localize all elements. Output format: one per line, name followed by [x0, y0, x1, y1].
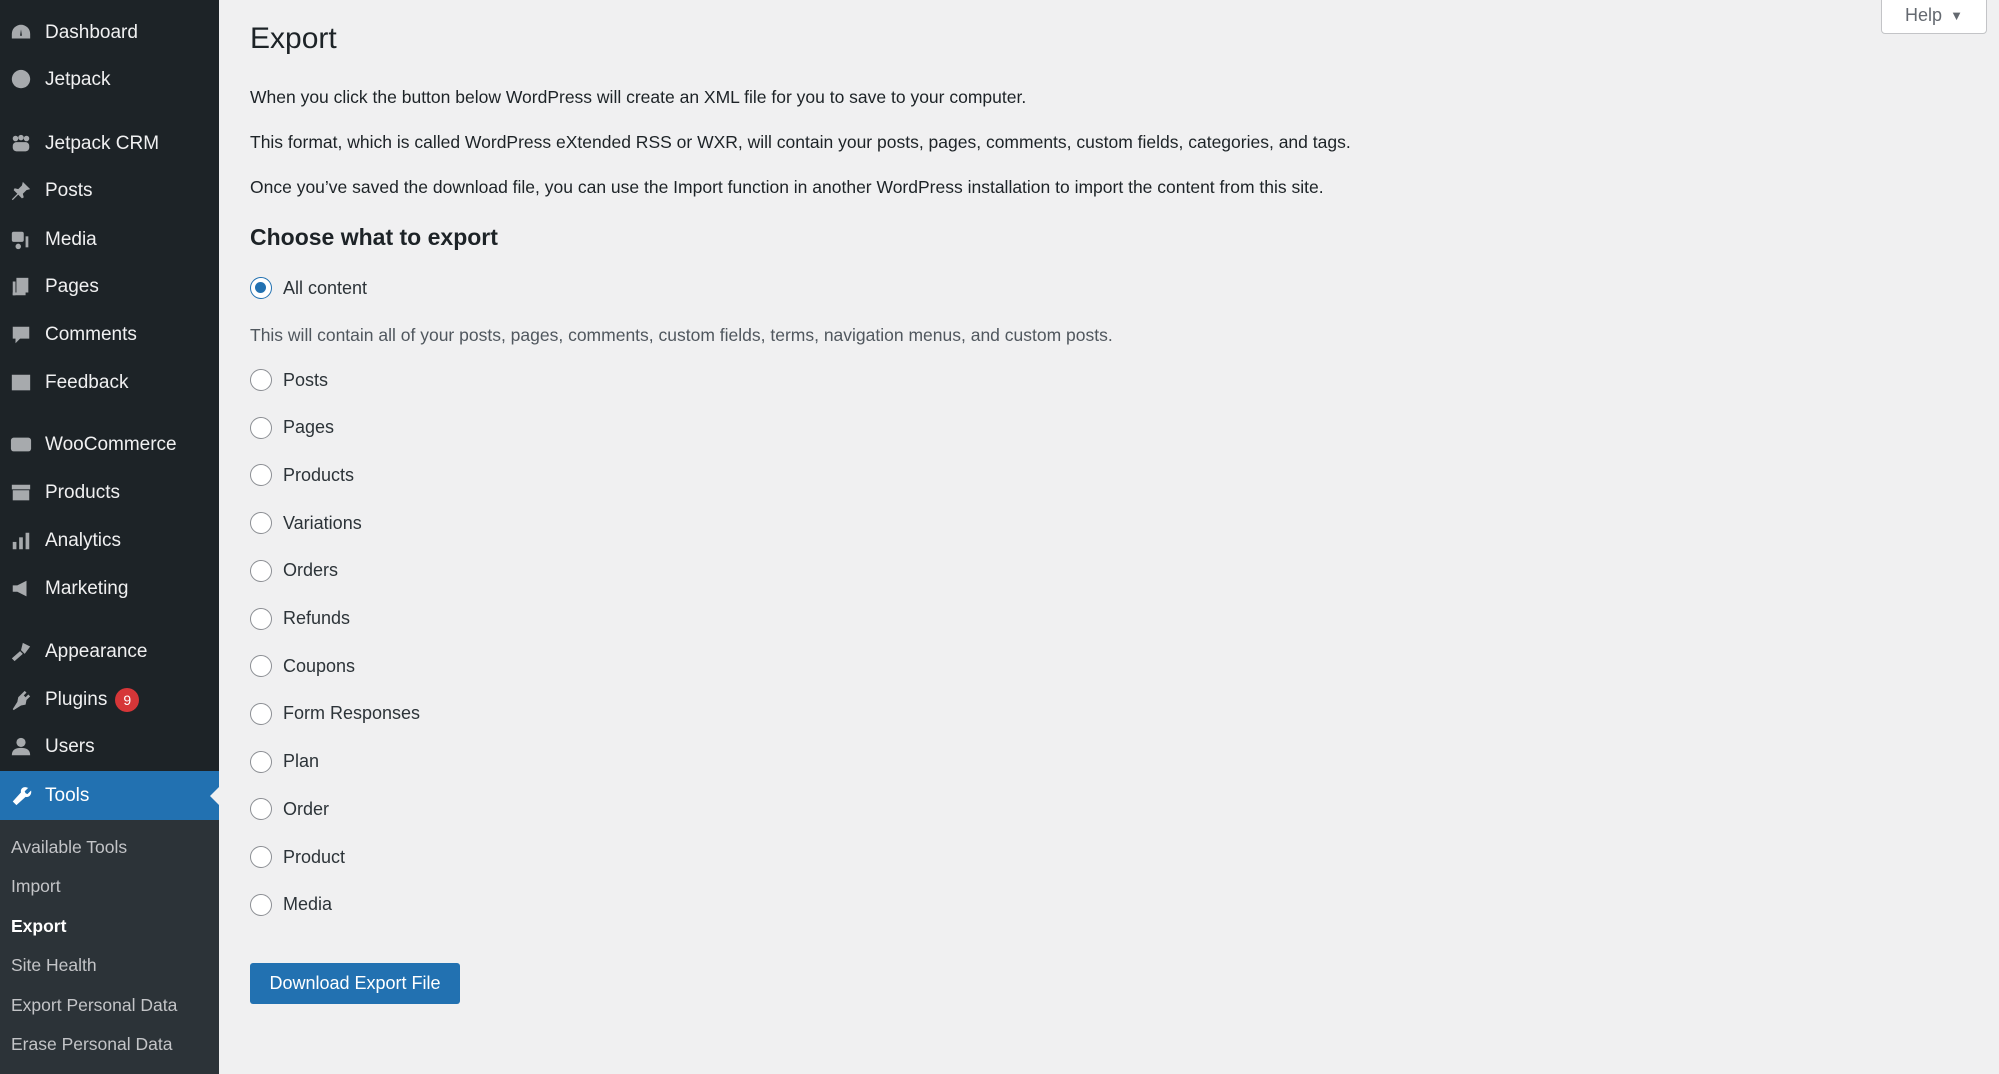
radio-button[interactable] [250, 655, 272, 678]
radio-button[interactable] [250, 893, 272, 916]
submenu-item-export-personal-data[interactable]: Export Personal Data [11, 995, 177, 1016]
sidebar-item-label: Marketing [45, 578, 129, 599]
download-export-button[interactable]: Download Export File [250, 963, 460, 1004]
choose-heading: Choose what to export [250, 224, 498, 250]
sidebar-item-label: Dashboard [45, 22, 138, 43]
sidebar-item-label: Pages [45, 276, 99, 297]
sidebar-item-marketing[interactable]: Marketing [0, 566, 219, 612]
sidebar-item-feedback[interactable]: Feedback [0, 360, 219, 406]
sidebar-item-label: Jetpack CRM [45, 133, 160, 154]
submenu-item-export[interactable]: Export [11, 916, 66, 937]
radio-plan[interactable]: Plan [250, 750, 319, 773]
page-title: Export [250, 22, 337, 55]
sidebar-item-woocommerce[interactable]: WooCommerce [0, 422, 219, 468]
sidebar-item-jetpack-crm[interactable]: Jetpack CRM [0, 121, 219, 167]
sidebar-item-label: Appearance [45, 641, 148, 662]
pages-icon [8, 276, 34, 298]
radio-button[interactable] [250, 702, 272, 725]
sidebar-item-analytics[interactable]: Analytics [0, 518, 219, 564]
intro-paragraph-1: When you click the button below WordPres… [250, 87, 1027, 107]
comment-icon [8, 324, 34, 346]
sidebar-item-label: Products [45, 482, 120, 503]
radio-button[interactable] [250, 512, 272, 535]
radio-button[interactable] [250, 798, 272, 821]
update-count-badge: 9 [115, 688, 140, 712]
help-button[interactable]: Help ▼ [1881, 0, 1987, 34]
radio-orders[interactable]: Orders [250, 559, 338, 582]
media-icon [8, 229, 34, 251]
radio-button[interactable] [250, 846, 272, 868]
sidebar-item-dashboard[interactable]: Dashboard [0, 10, 219, 56]
archive-icon [8, 482, 34, 504]
radio-all-content[interactable]: All content [250, 277, 367, 299]
sidebar-item-label: Analytics [45, 530, 122, 551]
tools-submenu: Available Tools Import Export Site Health Ex… [0, 820, 219, 1074]
user-icon [8, 736, 34, 758]
radio-form-responses[interactable]: Form Responses [250, 702, 420, 725]
radio-refunds[interactable]: Refunds [250, 607, 350, 630]
radio-posts[interactable]: Posts [250, 369, 328, 391]
sidebar-item-plugins[interactable]: Plugins 9 [0, 677, 219, 723]
plug-icon [8, 689, 34, 711]
radio-button[interactable] [250, 369, 272, 391]
sidebar-item-label: Posts [45, 180, 93, 201]
radio-product[interactable]: Product [250, 846, 345, 868]
brush-icon [8, 641, 34, 663]
submenu-item-site-health[interactable]: Site Health [11, 955, 97, 976]
radio-button[interactable] [250, 416, 272, 439]
all-content-description: This will contain all of your posts, pag… [250, 325, 1113, 345]
pin-icon [8, 180, 34, 202]
sidebar-item-products[interactable]: Products [0, 470, 219, 516]
radio-order[interactable]: Order [250, 798, 329, 821]
intro-paragraph-2: This format, which is called WordPress e… [250, 132, 1351, 152]
sidebar-item-label: Jetpack [45, 69, 111, 90]
feedback-icon [8, 372, 34, 394]
sidebar-item-tools[interactable]: Tools [0, 771, 219, 820]
radio-pages[interactable]: Pages [250, 416, 334, 439]
radio-button[interactable] [250, 607, 272, 630]
radio-button[interactable] [250, 464, 272, 487]
sidebar-item-jetpack[interactable]: Jetpack [0, 57, 219, 103]
megaphone-icon [8, 578, 34, 600]
radio-media[interactable]: Media [250, 893, 332, 916]
submenu-item-erase-personal-data[interactable]: Erase Personal Data [11, 1034, 172, 1055]
intro-paragraph-3: Once you’ve saved the download file, you… [250, 177, 1324, 197]
radio-button[interactable] [250, 559, 272, 582]
jetpack-icon [8, 69, 34, 91]
bar-chart-icon [8, 530, 34, 552]
radio-coupons[interactable]: Coupons [250, 655, 355, 678]
sidebar-item-label: Users [45, 736, 95, 757]
sidebar-item-users[interactable]: Users [0, 724, 219, 770]
radio-button[interactable] [250, 750, 272, 773]
submenu-item-import[interactable]: Import [11, 876, 61, 897]
crm-icon [8, 133, 34, 155]
sidebar-item-label: Feedback [45, 372, 129, 393]
sidebar-item-label: Comments [45, 324, 137, 345]
wrench-icon [8, 785, 34, 807]
sidebar-item-pages[interactable]: Pages [0, 264, 219, 310]
sidebar-item-label: Plugins [45, 689, 108, 710]
sidebar-item-comments[interactable]: Comments [0, 312, 219, 358]
dashboard-icon [8, 22, 34, 44]
submenu-item-available-tools[interactable]: Available Tools [11, 837, 127, 858]
sidebar-item-appearance[interactable]: Appearance [0, 629, 219, 675]
sidebar-item-label: Tools [45, 784, 90, 806]
woo-icon [8, 434, 34, 456]
sidebar-item-posts[interactable]: Posts [0, 168, 219, 214]
radio-variations[interactable]: Variations [250, 512, 362, 535]
radio-button[interactable] [250, 277, 272, 299]
sidebar-item-label: Media [45, 229, 97, 250]
sidebar-item-media[interactable]: Media [0, 217, 219, 263]
radio-products[interactable]: Products [250, 464, 354, 487]
sidebar-item-label: WooCommerce [45, 434, 177, 455]
caret-down-icon: ▼ [1950, 7, 1963, 23]
